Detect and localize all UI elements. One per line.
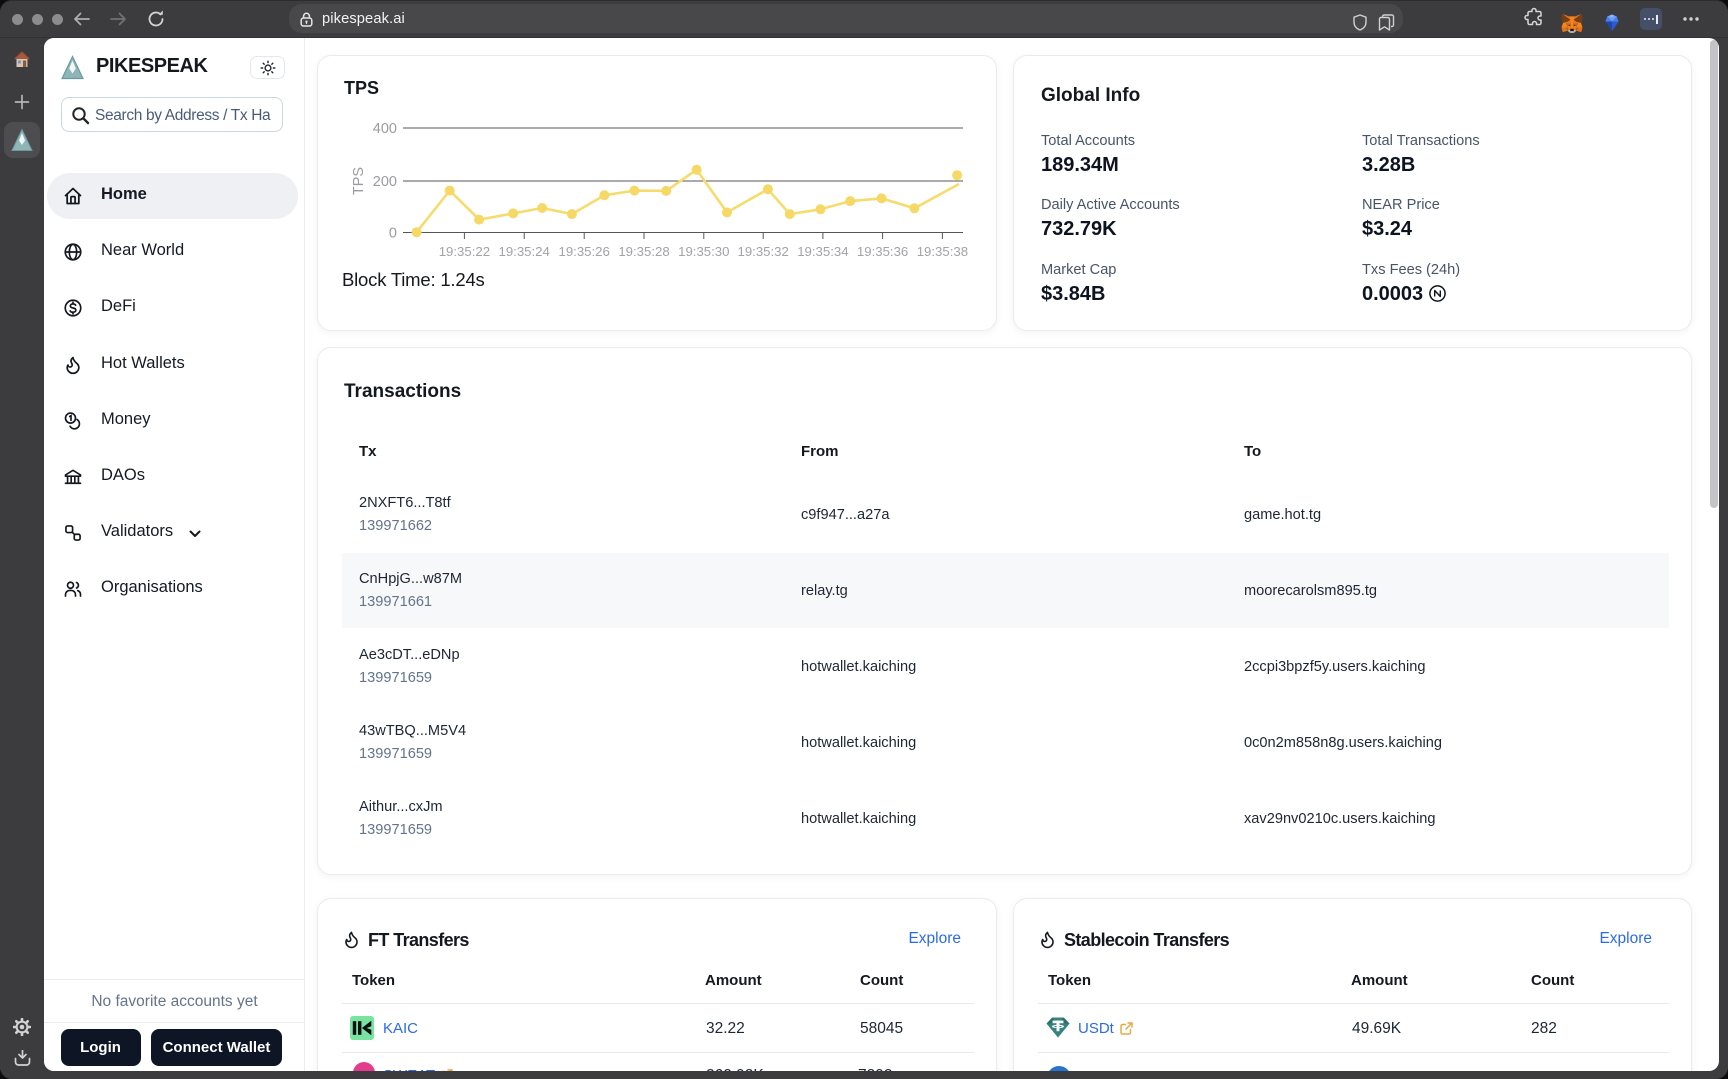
svg-text:TPS: TPS [351, 167, 367, 195]
svg-text:19:35:36: 19:35:36 [857, 244, 908, 259]
svg-text:400: 400 [373, 121, 397, 137]
svg-text:19:35:34: 19:35:34 [797, 244, 848, 259]
svg-text:0: 0 [389, 226, 397, 242]
svg-text:19:35:26: 19:35:26 [559, 244, 610, 259]
svg-text:200: 200 [373, 174, 397, 190]
svg-text:19:35:38: 19:35:38 [917, 244, 968, 259]
svg-text:19:35:32: 19:35:32 [738, 244, 789, 259]
svg-text:19:35:28: 19:35:28 [618, 244, 669, 259]
svg-text:19:35:30: 19:35:30 [678, 244, 729, 259]
svg-text:19:35:22: 19:35:22 [439, 244, 490, 259]
svg-text:19:35:24: 19:35:24 [499, 244, 550, 259]
